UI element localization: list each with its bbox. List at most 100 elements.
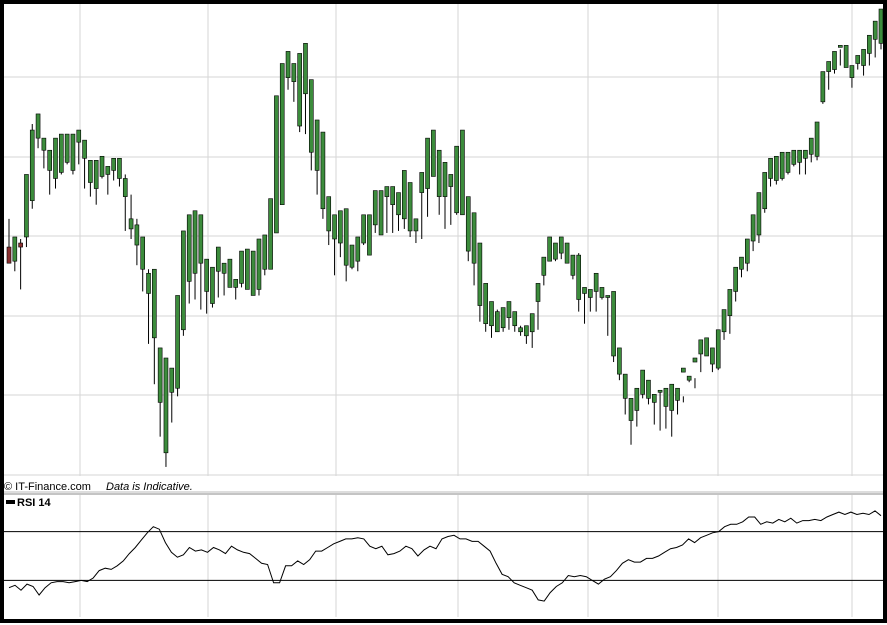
chart-border (0, 0, 887, 623)
candle-body-bull (47, 149, 52, 171)
candle-body-bull (303, 43, 308, 95)
candle-body-bull (791, 149, 797, 165)
candle-body-bull (268, 198, 273, 270)
candle-body-bull (326, 196, 332, 232)
candle-body-bull (640, 369, 645, 395)
candle-body-bull (59, 133, 64, 173)
candle-body-bull (460, 129, 465, 216)
candle-body-bull (843, 45, 849, 68)
candle-body-bull (76, 129, 82, 143)
candle-body-bull (390, 186, 395, 206)
candle-body-bull (192, 210, 198, 274)
candle-body-bull (24, 174, 29, 238)
candle-body-bull (88, 160, 93, 183)
rsi-line (8, 510, 882, 602)
candle-body-bull (872, 20, 878, 40)
candle-body-bull (855, 55, 861, 64)
candle-body-bull (117, 158, 122, 179)
candle-body-bull (588, 289, 593, 298)
candle-body-bull (169, 367, 175, 393)
candle-body-bull (657, 389, 663, 393)
candle-body-bull (750, 214, 756, 242)
candle-body-bull (332, 214, 337, 240)
candle-body-bull (651, 394, 657, 403)
candle-body-bull (477, 242, 483, 306)
candle-body-bull (140, 236, 146, 270)
candle-body-bull (483, 283, 488, 325)
candle-body-bull (210, 266, 215, 304)
candle-body-bull (803, 149, 808, 159)
candle-body-bull (233, 279, 239, 288)
watermark-copyright: © IT-Finance.com (4, 481, 91, 493)
chart-grid (4, 4, 883, 617)
candle-body-bull (715, 329, 721, 369)
rsi-label: RSI 14 (6, 497, 51, 509)
candle-body-bull (175, 295, 180, 389)
candle-body-bull (518, 327, 523, 333)
candle-body-bull (134, 224, 140, 246)
candle-body-bull (797, 149, 802, 163)
candle-body-bull (785, 151, 791, 173)
candle-body-bull (692, 357, 698, 363)
candle-body-bull (878, 8, 884, 44)
candle-body-bull (227, 258, 233, 288)
candle-body-bull (611, 291, 616, 357)
candle-body-bull (593, 272, 599, 292)
candle-body-bull (198, 214, 204, 264)
candle-body-bull (524, 325, 529, 337)
watermark-disclaimer: Data is Indicative. (106, 481, 193, 493)
candle-body-bull (274, 95, 279, 234)
candle-body-bull (634, 387, 640, 411)
candle-body-bull (239, 250, 244, 284)
candle-body-bull (372, 190, 378, 226)
candle-body-bull (744, 238, 750, 264)
candle-body-bull (297, 53, 302, 127)
candle-body-bull (111, 158, 116, 171)
candle-body-bull (529, 313, 535, 333)
candle-body-bull (535, 283, 541, 302)
candle-body-bull (355, 236, 361, 262)
candle-body-bull (308, 79, 314, 153)
candle-body-bull (553, 242, 558, 260)
candle-body-bull (756, 192, 762, 236)
outer-border (0, 0, 887, 623)
candle-body-bull (93, 160, 99, 189)
candle-body-bull (431, 129, 436, 177)
candle-body-bull (733, 266, 738, 292)
rsi-legend-swatch (6, 500, 15, 505)
candle-body-bull (163, 357, 169, 454)
candle-body-bull (838, 45, 843, 48)
candle-body-bull (495, 311, 500, 333)
candle-body-bull (826, 61, 831, 72)
candle-body-bull (35, 113, 41, 139)
candle-body-bull (808, 137, 814, 155)
candle-body-bull (425, 137, 430, 189)
candle-body-bull (245, 248, 250, 290)
candle-body-bull (465, 196, 471, 252)
candle-body-bull (605, 295, 611, 298)
candle-body-bull (215, 246, 221, 272)
candle-body-bull (367, 214, 372, 256)
candle-body-bull (204, 258, 209, 292)
candle-body-bull (471, 212, 477, 264)
candle-body-bull (727, 289, 733, 316)
candle-body-bull (320, 131, 326, 210)
candle-body-bull (506, 301, 512, 318)
candle-body-bull (704, 337, 709, 357)
candle-body-bull (378, 190, 384, 236)
candle-body-bull (820, 71, 826, 103)
candle-body-bull (157, 347, 163, 403)
candle-body-bull (338, 210, 343, 244)
candle-body-bull (628, 398, 634, 421)
candle-body-bull (53, 137, 58, 179)
candle-body-bull (512, 311, 518, 327)
rsi-label-text: RSI 14 (17, 497, 51, 509)
candle-body-bull (146, 272, 151, 294)
candle-body-bull (361, 214, 366, 244)
candle-body-bull (721, 309, 727, 333)
candle-body-bull (774, 155, 779, 181)
candle-body-bull (349, 244, 355, 268)
candle-body-bull (768, 158, 773, 179)
candle-body-bull (396, 192, 401, 216)
candle-body-bear (18, 242, 23, 248)
